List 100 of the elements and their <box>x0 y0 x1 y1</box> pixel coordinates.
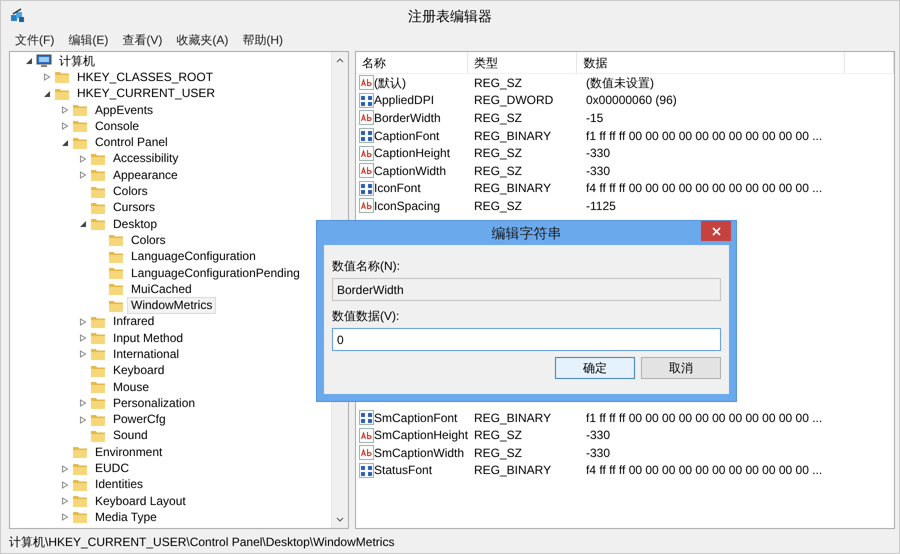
close-icon[interactable] <box>712 226 720 236</box>
tree-item[interactable]: International <box>109 346 184 363</box>
value-type: REG_SZ <box>473 145 524 162</box>
folder-icon <box>108 281 124 298</box>
value-type: REG_DWORD <box>473 92 554 110</box>
binary-value-icon <box>359 92 374 108</box>
folder-icon <box>54 69 70 86</box>
column-header[interactable]: 名称 <box>356 52 468 73</box>
status-path: 计算机\HKEY_CURRENT_USER\Control Panel\Desktop\WindowMetrics <box>9 534 394 551</box>
tree-item[interactable]: Mouse <box>109 378 154 396</box>
value-name: (默认) <box>374 74 406 92</box>
menu-item[interactable]: 编辑(E) <box>68 31 108 48</box>
tree-item[interactable]: Infrared <box>109 313 158 330</box>
menu-item[interactable]: 文件(F) <box>15 31 54 48</box>
expanded-arrow-icon[interactable] <box>25 57 33 66</box>
expanded-arrow-icon[interactable] <box>79 220 87 228</box>
tree-item[interactable]: 计算机 <box>55 52 99 70</box>
collapsed-arrow-icon[interactable] <box>79 350 87 358</box>
folder-icon <box>72 118 88 134</box>
value-type: REG_SZ <box>473 110 524 127</box>
collapsed-arrow-icon[interactable] <box>79 334 87 342</box>
value-data: -330 <box>585 444 612 462</box>
computer-icon <box>36 53 52 70</box>
tree-item[interactable]: Desktop <box>109 216 162 233</box>
value-data-field[interactable]: 0 <box>332 328 721 351</box>
value-data: (数值未设置) <box>585 74 655 92</box>
column-header[interactable]: 类型 <box>468 52 578 73</box>
tree-item[interactable]: Colors <box>127 232 170 249</box>
column-header[interactable]: 数据 <box>577 52 846 73</box>
tree-item[interactable]: Media Type <box>91 508 161 526</box>
string-value-icon <box>359 75 374 90</box>
folder-icon <box>72 493 88 510</box>
field-label: 数值数据(V): <box>332 308 400 325</box>
value-type: REG_BINARY <box>473 410 552 427</box>
value-data: -330 <box>585 427 612 444</box>
tree-item[interactable]: Identities <box>91 476 148 494</box>
chevron-down-icon[interactable] <box>336 516 344 523</box>
tree-item[interactable]: Keyboard <box>109 362 168 380</box>
cancel-button[interactable]: 取消 <box>641 357 721 379</box>
tree-item[interactable]: Input Method <box>109 330 188 347</box>
tree-item[interactable]: EUDC <box>91 460 134 478</box>
folder-icon <box>90 330 106 346</box>
tree-item[interactable]: HKEY_CURRENT_USER <box>73 85 220 102</box>
collapsed-arrow-icon[interactable] <box>61 122 69 130</box>
value-data: -330 <box>585 162 612 180</box>
value-name: SmCaptionHeight <box>374 427 468 444</box>
value-data: -330 <box>585 145 612 162</box>
value-data: f1 ff ff ff 00 00 00 00 00 00 00 00 00 00 00 ... <box>585 128 824 145</box>
expanded-arrow-icon[interactable] <box>43 90 51 98</box>
tree-item[interactable]: MuiCached <box>127 280 196 298</box>
tree-item[interactable]: Appearance <box>109 166 182 184</box>
tree-item[interactable]: WindowMetrics <box>127 297 216 314</box>
string-value-icon <box>359 445 374 460</box>
value-name: SmCaptionWidth <box>374 444 464 462</box>
collapsed-arrow-icon[interactable] <box>61 464 69 473</box>
folder-icon <box>90 379 106 396</box>
value-name: CaptionFont <box>374 128 440 145</box>
collapsed-arrow-icon[interactable] <box>61 106 69 114</box>
collapsed-arrow-icon[interactable] <box>79 416 87 424</box>
tree-item[interactable]: Control Panel <box>91 134 172 152</box>
collapsed-arrow-icon[interactable] <box>61 497 69 506</box>
close-button[interactable] <box>701 221 731 241</box>
chevron-up-icon[interactable] <box>336 57 344 64</box>
value-name: CaptionHeight <box>374 145 450 162</box>
folder-icon <box>72 102 88 118</box>
tree-item[interactable]: LanguageConfiguration <box>127 248 260 266</box>
tree-item[interactable]: Sound <box>109 427 152 444</box>
collapsed-arrow-icon[interactable] <box>79 399 87 408</box>
value-type: REG_SZ <box>473 198 524 215</box>
string-value-icon <box>359 198 374 214</box>
collapsed-arrow-icon[interactable] <box>79 154 87 163</box>
collapsed-arrow-icon[interactable] <box>79 318 87 326</box>
collapsed-arrow-icon[interactable] <box>79 171 87 180</box>
tree-item[interactable]: LanguageConfigurationPending <box>127 264 304 282</box>
tree-item[interactable]: Console <box>91 118 144 135</box>
tree-item[interactable]: AppEvents <box>91 102 158 119</box>
tree-item[interactable]: Keyboard Layout <box>91 492 190 510</box>
value-data: 0x00000060 (96) <box>585 92 678 110</box>
expanded-arrow-icon[interactable] <box>61 138 69 147</box>
binary-value-icon <box>359 410 374 426</box>
value-name-field[interactable]: BorderWidth <box>332 278 721 301</box>
ok-button[interactable]: 确定 <box>555 357 635 379</box>
collapsed-arrow-icon[interactable] <box>43 73 51 82</box>
value-name: SmCaptionFont <box>374 410 458 427</box>
tree-item[interactable]: PowerCfg <box>109 411 170 428</box>
menu-item[interactable]: 帮助(H) <box>242 31 283 48</box>
collapsed-arrow-icon[interactable] <box>61 513 69 522</box>
folder-icon <box>90 167 106 184</box>
tree-item[interactable]: HKEY_CLASSES_ROOT <box>73 68 218 86</box>
tree-item[interactable]: Environment <box>91 444 166 461</box>
collapsed-arrow-icon[interactable] <box>61 480 69 489</box>
tree-item[interactable]: Colors <box>109 183 152 200</box>
menu-item[interactable]: 查看(V) <box>122 31 162 48</box>
menu-item[interactable]: 收藏夹(A) <box>176 31 228 48</box>
folder-icon <box>90 346 106 362</box>
folder-icon <box>72 509 88 526</box>
tree-item[interactable]: Cursors <box>109 199 160 216</box>
window-title: 注册表编辑器 <box>408 6 492 26</box>
tree-item[interactable]: Accessibility <box>109 150 182 168</box>
tree-item[interactable]: Personalization <box>109 394 200 412</box>
